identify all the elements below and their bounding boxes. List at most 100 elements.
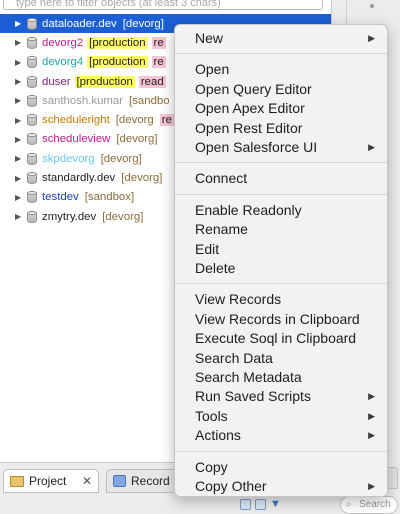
expand-arrow-icon[interactable]: ▶ (15, 212, 25, 221)
org-name: scheduleview (42, 133, 111, 146)
submenu-arrow-icon: ▶ (368, 391, 375, 402)
menu-item-view-records[interactable]: View Records (175, 290, 387, 309)
menu-item-open-query-editor[interactable]: Open Query Editor (175, 80, 387, 99)
right-search-field[interactable]: ⌕ Search (340, 496, 398, 514)
tab-records[interactable]: Record (106, 469, 178, 493)
expand-arrow-icon[interactable]: ▶ (15, 174, 25, 183)
menu-item-label: Search Metadata (195, 369, 302, 385)
database-icon (27, 133, 37, 146)
menu-item-label: New (195, 30, 224, 46)
link-editor-icon[interactable] (255, 499, 266, 510)
filter-icon[interactable]: ▼ (270, 499, 281, 510)
org-type-tag: [production (74, 75, 135, 88)
readonly-tag: re (151, 36, 166, 49)
menu-item-label: Actions (195, 427, 241, 444)
menu-item-delete[interactable]: Delete (175, 259, 387, 278)
tab-records-label: Record (131, 474, 170, 488)
submenu-arrow-icon: ▶ (368, 142, 375, 152)
org-name: skpdevorg (42, 152, 95, 165)
expand-arrow-icon[interactable]: ▶ (15, 58, 25, 67)
menu-item-rename[interactable]: Rename (175, 220, 387, 239)
database-icon (27, 56, 37, 69)
org-name: standardly.dev (42, 172, 116, 185)
menu-item-label: Copy Other (195, 478, 267, 494)
menu-item-copy-other[interactable]: Copy Other ▶ (175, 477, 387, 496)
readonly-tag: re (159, 114, 174, 127)
expand-arrow-icon[interactable]: ▶ (15, 77, 25, 86)
menu-item-label: Run Saved Scripts (195, 388, 311, 405)
menu-item-label: Copy (195, 458, 228, 475)
right-search-placeholder: Search (359, 499, 391, 510)
menu-separator (175, 53, 387, 55)
menu-item-edit[interactable]: Edit (175, 240, 387, 259)
org-type-tag: [devorg] (121, 172, 163, 185)
org-type-tag: [devorg] (122, 17, 164, 30)
menu-item-label: Open Query Editor (195, 80, 312, 97)
expand-arrow-icon[interactable]: ▶ (15, 193, 25, 202)
database-icon (27, 191, 37, 204)
menu-item-label: Execute Soql in Clipboard (195, 330, 357, 347)
menu-item-label: Tools (195, 407, 228, 424)
org-name: testdev (42, 191, 79, 204)
database-icon (27, 36, 37, 49)
expand-arrow-icon[interactable]: ▶ (15, 116, 25, 125)
org-type-tag: [sandbox] (84, 191, 135, 204)
menu-item-label: Open Rest Editor (195, 119, 303, 136)
menu-item-label: Enable Readonly (195, 201, 302, 218)
menu-item-execute-soql-in-clipboard[interactable]: Execute Soql in Clipboard (175, 329, 387, 348)
sash-handle[interactable] (370, 4, 374, 8)
expand-arrow-icon[interactable]: ▶ (15, 154, 25, 163)
menu-item-run-saved-scripts[interactable]: Run Saved Scripts ▶ (175, 387, 387, 406)
org-name: duser (42, 75, 71, 88)
menu-item-connect[interactable]: Connect (175, 169, 387, 188)
menu-item-search-metadata[interactable]: Search Metadata (175, 368, 387, 387)
menu-item-search-data[interactable]: Search Data (175, 349, 387, 368)
org-name: santhosh.kumar (42, 94, 124, 107)
expand-arrow-icon[interactable]: ▶ (15, 135, 25, 144)
menu-item-label: View Records in Clipboard (195, 310, 360, 327)
menu-item-open[interactable]: Open (175, 60, 387, 79)
menu-item-label: Open Salesforce UI (195, 139, 318, 155)
menu-item-tools[interactable]: Tools ▶ (175, 407, 387, 426)
database-icon (27, 114, 37, 127)
expand-arrow-icon[interactable]: ▶ (15, 38, 25, 47)
tab-project[interactable]: Project ✕ (3, 469, 99, 493)
menu-item-label: Search Data (195, 349, 273, 366)
collapse-all-icon[interactable] (240, 499, 251, 510)
org-name: scheduleright (42, 114, 110, 127)
menu-item-open-rest-editor[interactable]: Open Rest Editor (175, 119, 387, 138)
org-type-tag: [production (87, 56, 148, 69)
expand-arrow-icon[interactable]: ▶ (15, 19, 25, 28)
menu-item-actions[interactable]: Actions ▶ (175, 426, 387, 445)
close-icon[interactable]: ✕ (82, 474, 92, 488)
expand-arrow-icon[interactable]: ▶ (15, 96, 25, 105)
org-type-tag: [devorg] (116, 133, 158, 146)
org-type-tag: [sandbo (129, 94, 170, 107)
database-icon (27, 210, 37, 223)
folder-icon (10, 475, 24, 487)
menu-item-label: Open Apex Editor (195, 100, 305, 117)
org-name: devorg4 (42, 56, 84, 69)
menu-item-new[interactable]: New ▶ (175, 29, 387, 48)
org-name: zmytry.dev (42, 210, 97, 223)
menu-item-view-records-in-clipboard[interactable]: View Records in Clipboard (175, 310, 387, 329)
menu-item-open-apex-editor[interactable]: Open Apex Editor (175, 99, 387, 118)
database-icon (27, 172, 37, 185)
readonly-tag: re (151, 56, 166, 69)
menu-item-label: Delete (195, 260, 236, 276)
menu-item-enable-readonly[interactable]: Enable Readonly (175, 201, 387, 220)
menu-item-open-salesforce-ui[interactable]: Open Salesforce UI ▶ (175, 138, 387, 157)
database-icon (27, 152, 37, 165)
org-type-tag: [production (87, 36, 148, 49)
filter-input[interactable]: type here to filter objects (at least 3 … (3, 0, 323, 10)
submenu-arrow-icon: ▶ (368, 410, 375, 421)
readonly-tag: read (138, 75, 166, 88)
database-icon (27, 94, 37, 107)
menu-item-label: Rename (195, 221, 248, 238)
database-icon (27, 17, 37, 30)
submenu-arrow-icon: ▶ (368, 33, 375, 43)
org-name: devorg2 (42, 36, 84, 49)
menu-item-label: Open (195, 61, 230, 78)
menu-item-copy[interactable]: Copy (175, 458, 387, 477)
records-icon (113, 475, 126, 487)
